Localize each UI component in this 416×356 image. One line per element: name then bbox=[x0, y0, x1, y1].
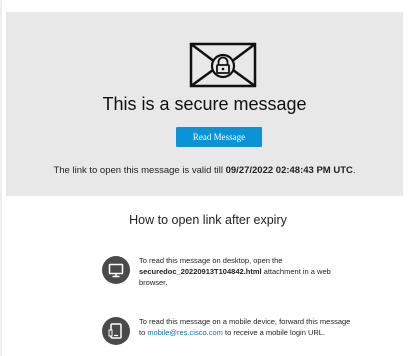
link-validity-text: The link to open this message is valid t… bbox=[6, 165, 403, 176]
secure-message-page: This is a secure message Read Message Th… bbox=[0, 0, 416, 356]
validity-suffix: . bbox=[352, 165, 356, 176]
desktop-step-icon-circle bbox=[102, 256, 130, 284]
desktop-text-prefix: To read this message on desktop, open th… bbox=[139, 256, 283, 265]
expiry-heading: How to open link after expiry bbox=[129, 213, 287, 227]
secure-message-header: This is a secure message Read Message Th… bbox=[6, 12, 403, 196]
mobile-instructions: To read this message on a mobile device,… bbox=[139, 316, 355, 338]
mobile-device-icon bbox=[108, 323, 122, 339]
mobile-step-icon-circle bbox=[102, 317, 130, 345]
mobile-text-suffix: to receive a mobile login URL. bbox=[222, 328, 326, 337]
desktop-instructions: To read this message on desktop, open th… bbox=[139, 255, 355, 288]
mobile-email-link[interactable]: mobile@res.cisco.com bbox=[147, 328, 223, 337]
monitor-icon bbox=[108, 263, 124, 278]
secure-message-title: This is a secure message bbox=[102, 94, 307, 114]
validity-prefix: The link to open this message is valid t… bbox=[53, 165, 226, 176]
read-message-button[interactable]: Read Message bbox=[176, 127, 262, 147]
left-border bbox=[0, 0, 2, 356]
secure-envelope-icon bbox=[189, 42, 257, 88]
attachment-name: securedoc_20220913T104842.html bbox=[139, 267, 262, 276]
validity-date: 09/27/2022 02:48:43 PM UTC bbox=[225, 165, 353, 176]
